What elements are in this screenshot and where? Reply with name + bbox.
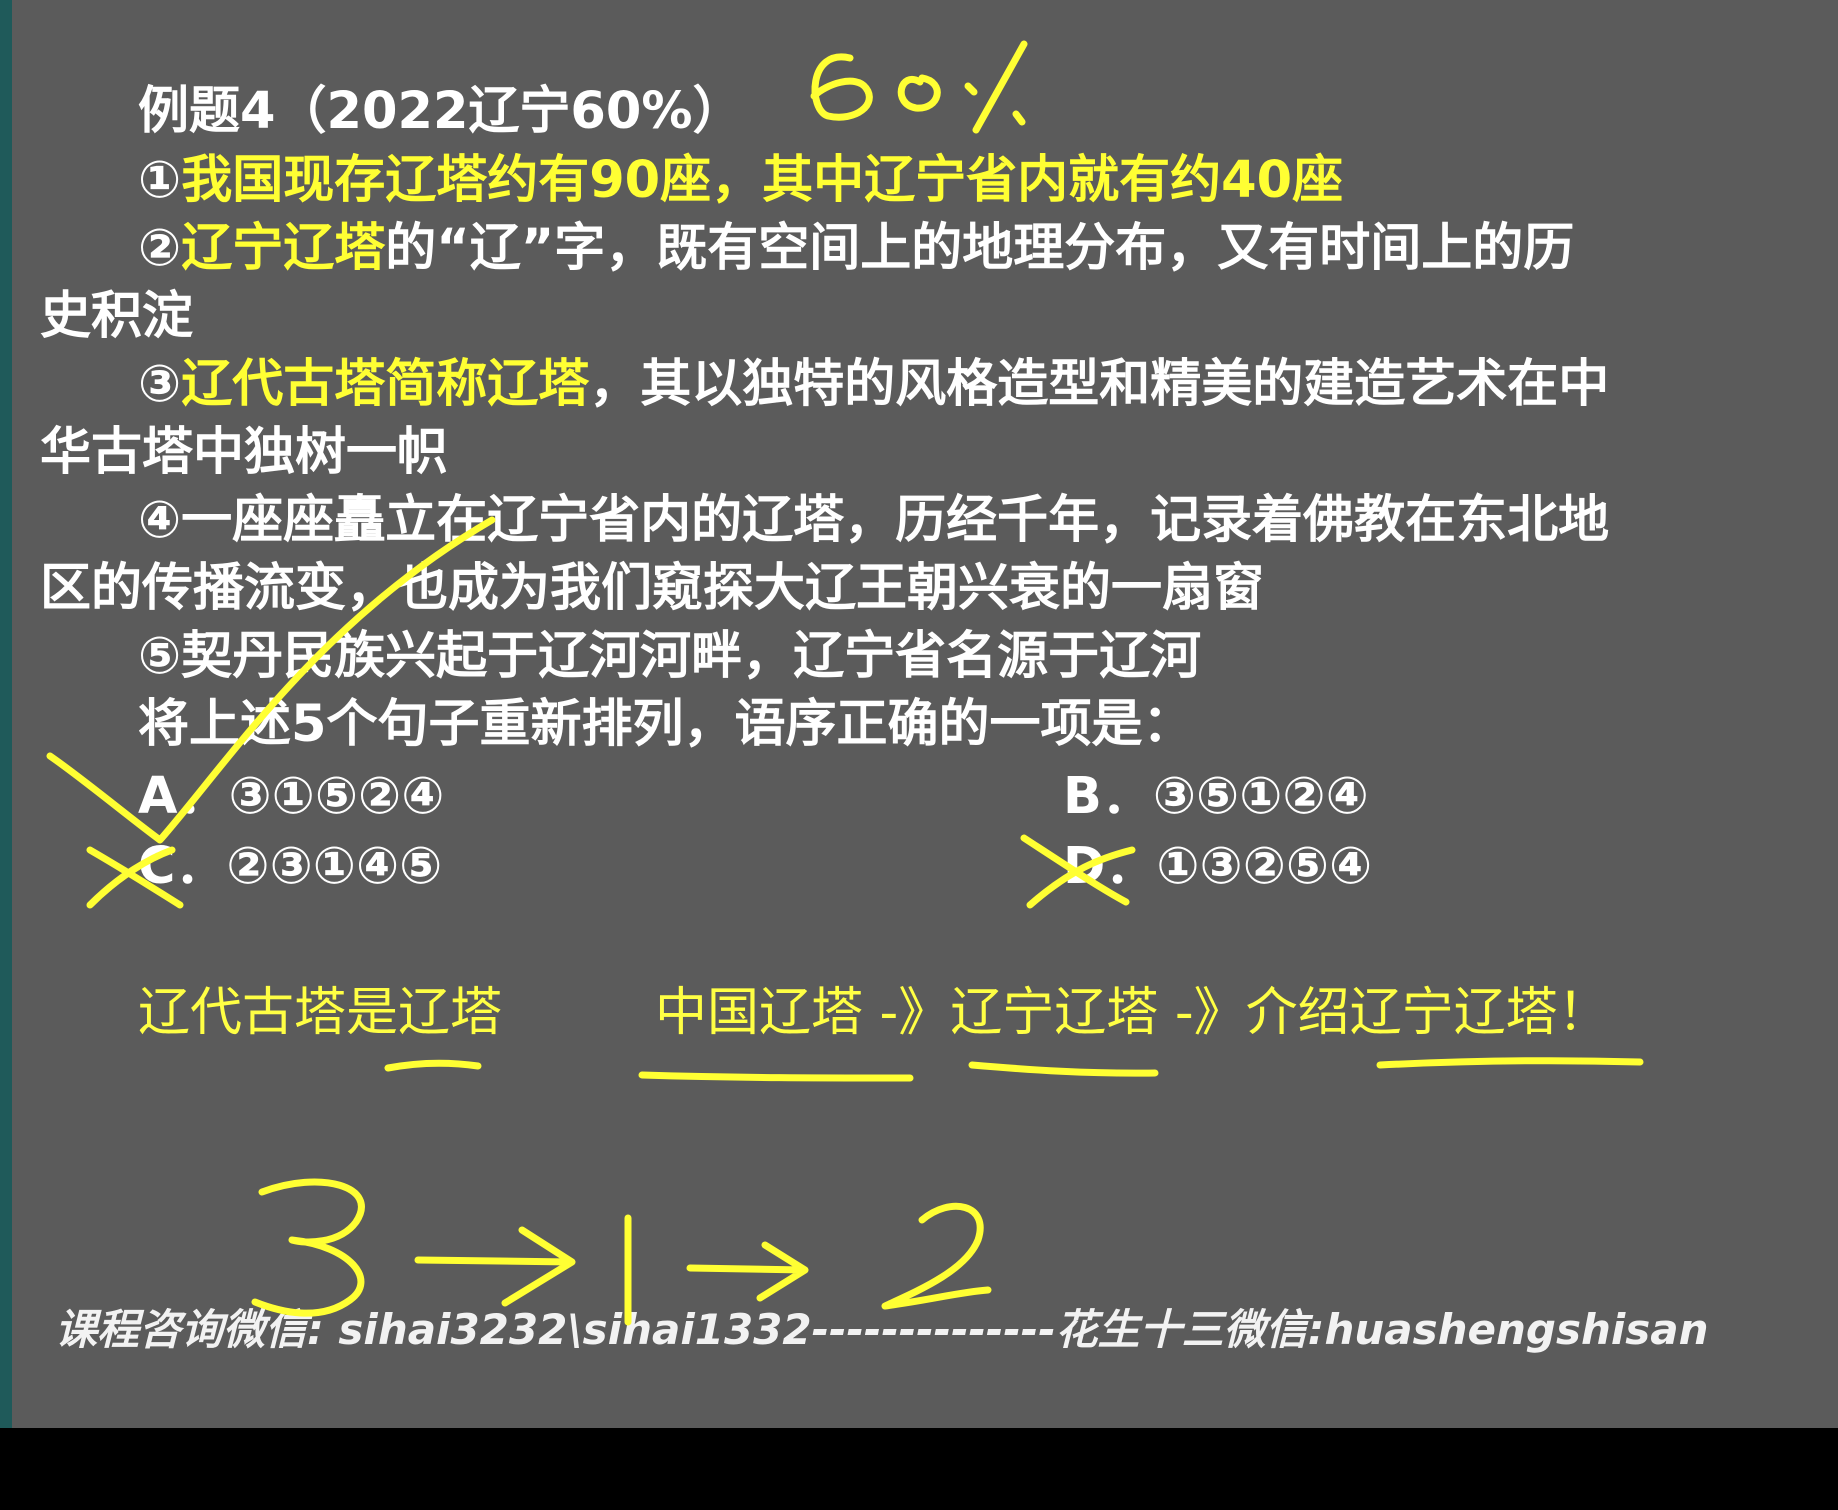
underline-note-3 [968, 1061, 1159, 1077]
question-title: 例题4（2022辽宁60%） [138, 82, 744, 141]
option-c[interactable]: C．②③①④⑤ [138, 832, 442, 902]
handwriting-sequence-arrow-2 [686, 1241, 809, 1302]
handwriting-sequence-three [251, 1178, 365, 1317]
sentence-2-number: ② [138, 219, 182, 278]
sentence-3-text: ，其以独特的风格造型和精美的建造艺术在中 [589, 355, 1610, 414]
sentence-2: ②辽宁辽塔的“辽”字，既有空间上的地理分布，又有时间上的历 [40, 214, 1798, 284]
handwriting-sequence-arrow-1 [414, 1226, 576, 1307]
option-a[interactable]: A．③①⑤②④ [138, 762, 444, 832]
sentence-2-highlight: 辽宁辽塔 [181, 219, 386, 278]
handwriting-sequence-two [881, 1202, 992, 1310]
sentence-5: ⑤契丹民族兴起于辽河河畔，辽宁省名源于辽河 [138, 627, 1202, 686]
underline-note-1 [384, 1059, 482, 1072]
note-order-chain: 中国辽塔 -》辽宁辽塔 -》介绍辽宁辽塔！ [655, 983, 1610, 1043]
note-ancient-tower: 辽代古塔是辽塔 [138, 983, 503, 1043]
sentence-3: ③辽代古塔简称辽塔，其以独特的风格造型和精美的建造艺术在中 [40, 350, 1798, 420]
footer-contact: 课程咨询微信: sihai3232\sihai1332-------------… [55, 1305, 1709, 1354]
sentence-3-number: ③ [138, 355, 182, 414]
sentence-4: ④一座座矗立在辽宁省内的辽塔，历经千年，记录着佛教在东北地 [138, 491, 1610, 550]
sentence-1-highlight: 我国现存辽塔约有90座，其中辽宁省内就有约40座 [181, 151, 1344, 210]
slide-edge-bar [0, 0, 12, 1428]
sentence-1: ①我国现存辽塔约有90座，其中辽宁省内就有约40座 [40, 146, 1798, 216]
option-d[interactable]: D．①③②⑤④ [1063, 832, 1372, 902]
sentence-2-text: 的“辽”字，既有空间上的地理分布，又有时间上的历 [385, 219, 1575, 278]
sentence-3-continuation: 华古塔中独树一帜 [40, 423, 449, 482]
sentence-1-number: ① [138, 151, 182, 210]
slide: 例题4（2022辽宁60%） ①我国现存辽塔约有90座，其中辽宁省内就有约40座… [0, 0, 1838, 1428]
option-b[interactable]: B．③⑤①②④ [1063, 762, 1369, 832]
underline-note-2 [638, 1071, 914, 1082]
sentence-4-continuation: 区的传播流变，也成为我们窥探大辽王朝兴衰的一扇窗 [40, 559, 1265, 618]
sentence-2-continuation: 史积淀 [40, 287, 194, 346]
underline-note-4 [1376, 1057, 1644, 1069]
question-prompt: 将上述5个句子重新排列，语序正确的一项是： [138, 695, 1194, 754]
sentence-3-highlight: 辽代古塔简称辽塔 [181, 355, 590, 414]
